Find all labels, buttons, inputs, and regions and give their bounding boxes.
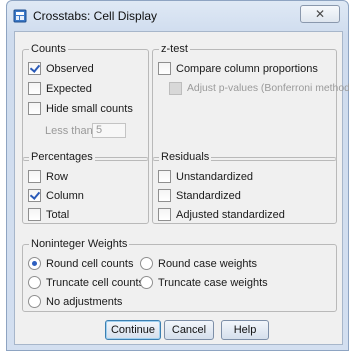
adjust-p-values-label: Adjust p-values (Bonferroni method): [187, 83, 349, 94]
truncate-case-weights-radio[interactable]: Truncate case weights: [140, 275, 268, 290]
z-test-legend: z-test: [159, 43, 190, 55]
row-percent-checkbox[interactable]: Row: [28, 169, 68, 184]
standardized-label: Standardized: [176, 189, 241, 202]
observed-checkbox[interactable]: Observed: [28, 61, 94, 76]
title-bar[interactable]: Crosstabs: Cell Display ✕: [7, 1, 348, 29]
row-percent-check-box[interactable]: [28, 170, 41, 183]
truncate-cell-counts-label: Truncate cell counts: [46, 276, 145, 289]
spss-table-icon: [13, 9, 27, 23]
close-icon: ✕: [314, 7, 326, 21]
column-percent-check-box[interactable]: [28, 189, 41, 202]
truncate-case-weights-label: Truncate case weights: [158, 276, 268, 289]
hide-small-counts-check-box[interactable]: [28, 102, 41, 115]
counts-group: Counts Observed Expected Hide small coun…: [22, 43, 149, 161]
unstandardized-label: Unstandardized: [176, 170, 254, 183]
close-button[interactable]: ✕: [300, 5, 340, 23]
compare-column-proportions-check-box[interactable]: [158, 62, 171, 75]
counts-legend: Counts: [29, 43, 68, 55]
dialog-body: Counts Observed Expected Hide small coun…: [14, 31, 349, 345]
compare-column-proportions-checkbox[interactable]: Compare column proportions: [158, 61, 318, 76]
expected-label: Expected: [46, 82, 92, 95]
hide-small-counts-checkbox[interactable]: Hide small counts: [28, 101, 133, 116]
expected-check-box[interactable]: [28, 82, 41, 95]
residuals-legend: Residuals: [159, 151, 212, 163]
truncate-cell-counts-radio[interactable]: Truncate cell counts: [28, 275, 144, 290]
total-percent-checkbox[interactable]: Total: [28, 207, 69, 222]
noninteger-weights-group: Noninteger Weights Round cell counts Rou…: [22, 238, 337, 312]
total-percent-check-box[interactable]: [28, 208, 41, 221]
adjust-p-values-check-box: [169, 82, 182, 95]
column-percent-label: Column: [46, 189, 84, 202]
window-title: Crosstabs: Cell Display: [33, 9, 158, 23]
truncate-case-weights-radio-button[interactable]: [140, 276, 153, 289]
unstandardized-checkbox[interactable]: Unstandardized: [158, 169, 253, 184]
round-case-weights-radio[interactable]: Round case weights: [140, 256, 257, 271]
continue-button[interactable]: Continue: [105, 320, 161, 340]
total-percent-label: Total: [46, 208, 70, 221]
less-than-input[interactable]: 5: [92, 123, 126, 138]
adjusted-standardized-label: Adjusted standardized: [176, 208, 285, 221]
unstandardized-check-box[interactable]: [158, 170, 171, 183]
round-cell-counts-radio-button[interactable]: [28, 257, 41, 270]
column-percent-checkbox[interactable]: Column: [28, 188, 84, 203]
row-percent-label: Row: [46, 170, 69, 183]
standardized-check-box[interactable]: [158, 189, 171, 202]
round-case-weights-label: Round case weights: [158, 257, 258, 270]
cell-display-dialog: Crosstabs: Cell Display ✕ Counts Observe…: [6, 0, 349, 351]
less-than-label: Less than: [45, 125, 93, 137]
observed-check-box[interactable]: [28, 62, 41, 75]
truncate-cell-counts-radio-button[interactable]: [28, 276, 41, 289]
residuals-group: Residuals Unstandardized Standardized Ad…: [152, 151, 337, 224]
standardized-checkbox[interactable]: Standardized: [158, 188, 241, 203]
adjust-p-values-checkbox: Adjust p-values (Bonferroni method): [169, 81, 349, 96]
adjusted-standardized-checkbox[interactable]: Adjusted standardized: [158, 207, 285, 222]
percentages-group: Percentages Row Column Total: [22, 151, 149, 224]
help-button[interactable]: Help: [221, 320, 269, 340]
round-case-weights-radio-button[interactable]: [140, 257, 153, 270]
no-adjustments-radio[interactable]: No adjustments: [28, 294, 122, 309]
observed-label: Observed: [46, 62, 94, 75]
cancel-button[interactable]: Cancel: [164, 320, 214, 340]
z-test-group: z-test Compare column proportions Adjust…: [152, 43, 349, 161]
no-adjustments-label: No adjustments: [46, 295, 123, 308]
hide-small-counts-label: Hide small counts: [46, 102, 133, 115]
compare-column-proportions-label: Compare column proportions: [176, 62, 318, 75]
adjusted-standardized-check-box[interactable]: [158, 208, 171, 221]
round-cell-counts-radio[interactable]: Round cell counts: [28, 256, 133, 271]
noninteger-weights-legend: Noninteger Weights: [29, 238, 130, 250]
no-adjustments-radio-button[interactable]: [28, 295, 41, 308]
round-cell-counts-label: Round cell counts: [46, 257, 134, 270]
percentages-legend: Percentages: [29, 151, 95, 163]
expected-checkbox[interactable]: Expected: [28, 81, 92, 96]
